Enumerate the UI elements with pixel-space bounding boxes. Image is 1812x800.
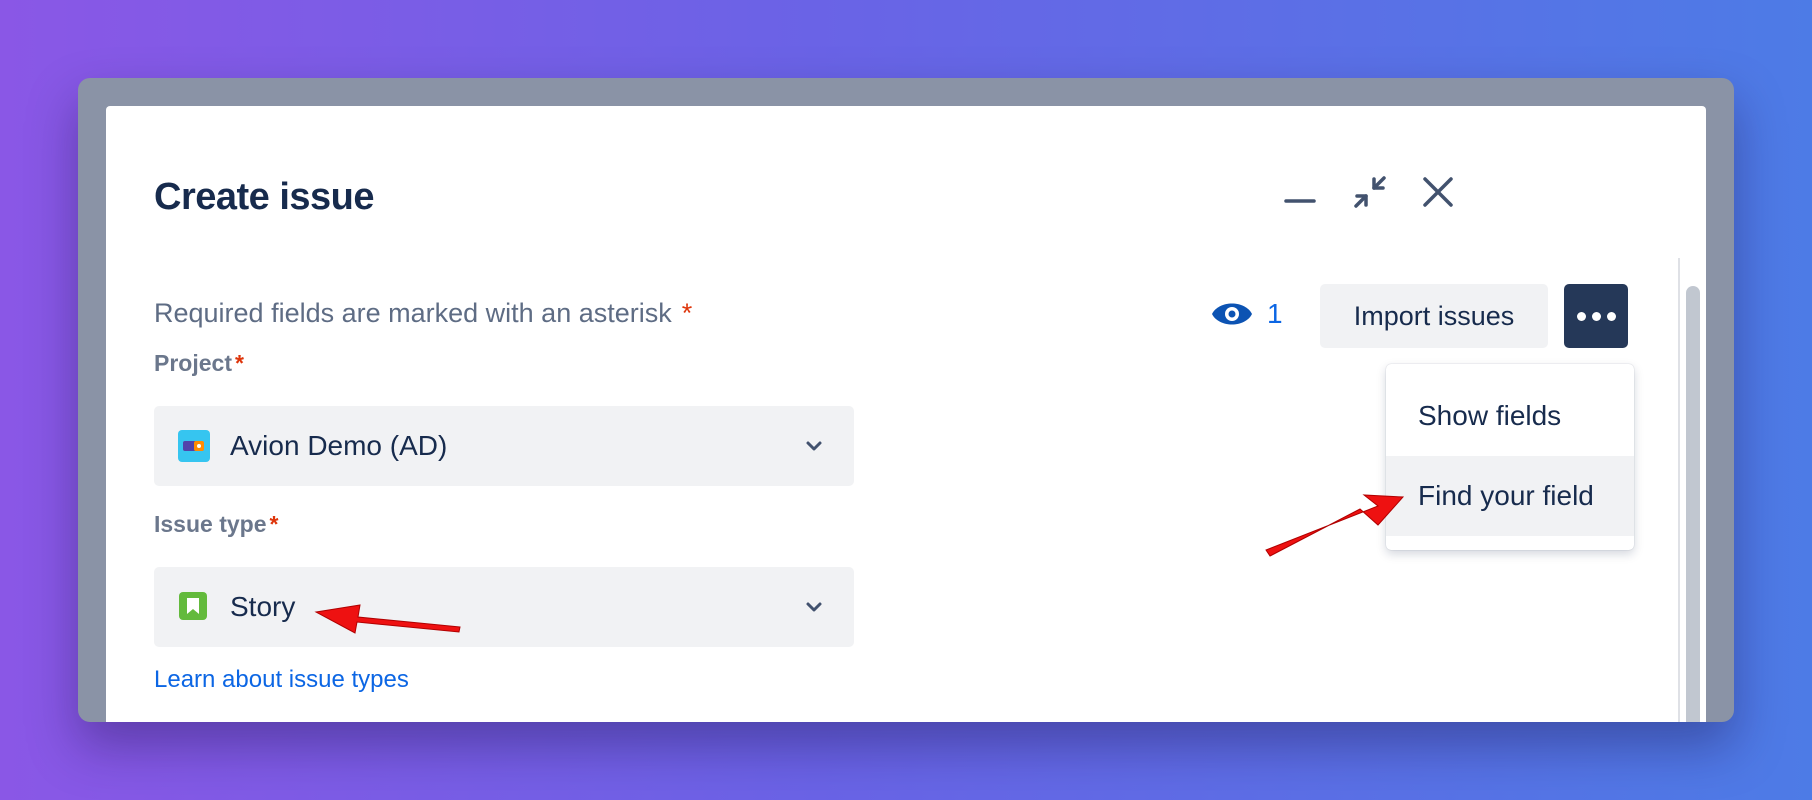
issue-type-label-text: Issue type — [154, 511, 267, 537]
issue-type-value: Story — [230, 591, 296, 622]
project-label: Project * — [154, 350, 244, 377]
scrollbar-track — [1678, 258, 1680, 722]
required-note-text: Required fields are marked with an aster… — [154, 298, 672, 328]
more-dot — [1606, 311, 1616, 321]
scrollbar-thumb[interactable] — [1686, 286, 1700, 722]
more-dot — [1591, 311, 1601, 321]
app-window: Create issue Required fields are marked … — [78, 78, 1734, 722]
eye-icon — [1212, 303, 1252, 325]
project-value: Avion Demo (AD) — [230, 430, 448, 461]
menu-item-find-your-field[interactable]: Find your field — [1386, 456, 1634, 536]
collapse-button[interactable] — [1346, 168, 1394, 216]
project-avatar-icon — [178, 430, 210, 462]
minimize-button[interactable] — [1276, 168, 1324, 216]
more-actions-button[interactable] — [1564, 284, 1628, 348]
close-button[interactable] — [1414, 168, 1462, 216]
more-horizontal-icon — [1576, 311, 1586, 321]
chevron-down-icon — [802, 434, 826, 458]
project-required-asterisk: * — [234, 350, 244, 376]
issue-type-select[interactable]: Story — [154, 567, 854, 647]
create-issue-dialog: Create issue Required fields are marked … — [106, 106, 1706, 722]
watcher-count: 1 — [1267, 298, 1283, 329]
minimize-icon — [1284, 199, 1316, 203]
required-asterisk: * — [681, 298, 693, 328]
required-fields-note: Required fields are marked with an aster… — [154, 298, 692, 329]
import-issues-button[interactable]: Import issues — [1320, 284, 1548, 348]
close-icon — [1423, 177, 1453, 207]
project-select[interactable]: Avion Demo (AD) — [154, 406, 854, 486]
menu-item-show-fields[interactable]: Show fields — [1386, 376, 1634, 456]
project-label-text: Project — [154, 350, 232, 376]
watch-button[interactable]: 1 — [1211, 289, 1283, 339]
more-actions-menu: Show fields Find your field — [1386, 364, 1634, 550]
issue-type-label: Issue type * — [154, 511, 278, 538]
chevron-down-icon — [802, 595, 826, 619]
learn-issue-types-link[interactable]: Learn about issue types — [154, 666, 409, 694]
story-icon — [178, 591, 210, 623]
dialog-title: Create issue — [154, 176, 375, 218]
collapse-icon — [1354, 176, 1386, 208]
issue-type-required-asterisk: * — [269, 511, 279, 537]
